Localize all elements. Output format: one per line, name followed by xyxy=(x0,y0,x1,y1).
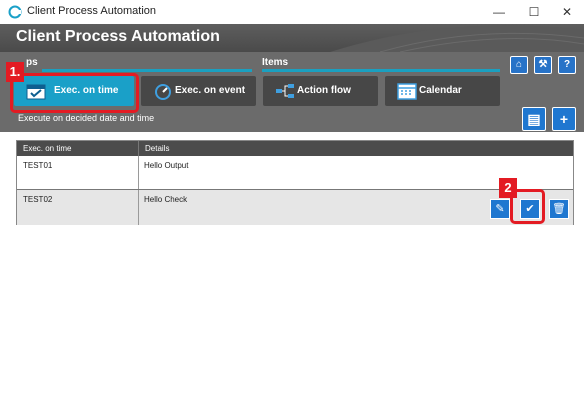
flow-icon xyxy=(276,84,294,98)
tab-label: Exec. on event xyxy=(175,85,246,96)
tab-calendar[interactable]: Calendar xyxy=(385,76,500,106)
tab-exec-on-event[interactable]: Exec. on event xyxy=(141,76,256,106)
app-header: Client Process Automation xyxy=(0,24,584,52)
section-divider xyxy=(42,69,252,72)
row-name: TEST01 xyxy=(23,161,53,170)
tab-description: Execute on decided date and time xyxy=(18,113,155,123)
delete-icon[interactable]: 🗑 xyxy=(549,199,569,219)
schedule-table: Exec. on time Details TEST01 Hello Outpu… xyxy=(16,140,574,225)
minimize-button[interactable]: — xyxy=(482,0,516,24)
row-name: TEST02 xyxy=(23,195,53,204)
home-icon[interactable]: ⌂ xyxy=(510,56,528,74)
page-title: Client Process Automation xyxy=(16,28,220,45)
calendar-icon xyxy=(397,83,417,100)
section-label-tabs: ps xyxy=(26,57,38,68)
edit-icon[interactable]: ✎ xyxy=(490,199,510,219)
tab-label: Action flow xyxy=(297,85,351,96)
maximize-button[interactable]: ☐ xyxy=(517,0,551,24)
section-label-items: Items xyxy=(262,57,289,68)
tab-action-flow[interactable]: Action flow xyxy=(263,76,378,106)
tab-label: Calendar xyxy=(419,85,462,96)
callout-highlight xyxy=(10,73,139,113)
event-gauge-icon xyxy=(155,84,171,100)
help-icon[interactable]: ? xyxy=(558,56,576,74)
section-divider xyxy=(262,69,500,72)
open-folder-icon[interactable]: ▤ xyxy=(522,107,546,131)
column-separator xyxy=(138,190,139,225)
column-header[interactable]: Details xyxy=(138,141,573,156)
callout-badge: 1. xyxy=(6,62,24,82)
row-details: Hello Check xyxy=(144,195,188,204)
column-header[interactable]: Exec. on time xyxy=(17,141,138,156)
window-title: Client Process Automation xyxy=(27,5,157,17)
row-details: Hello Output xyxy=(144,161,189,170)
tools-icon[interactable]: ⚒ xyxy=(534,56,552,74)
callout-badge: 2 xyxy=(499,178,517,198)
table-row[interactable]: TEST01 Hello Output xyxy=(17,156,573,189)
add-icon[interactable]: + xyxy=(552,107,576,131)
app-icon xyxy=(8,5,22,19)
close-button[interactable]: ✕ xyxy=(550,0,584,24)
